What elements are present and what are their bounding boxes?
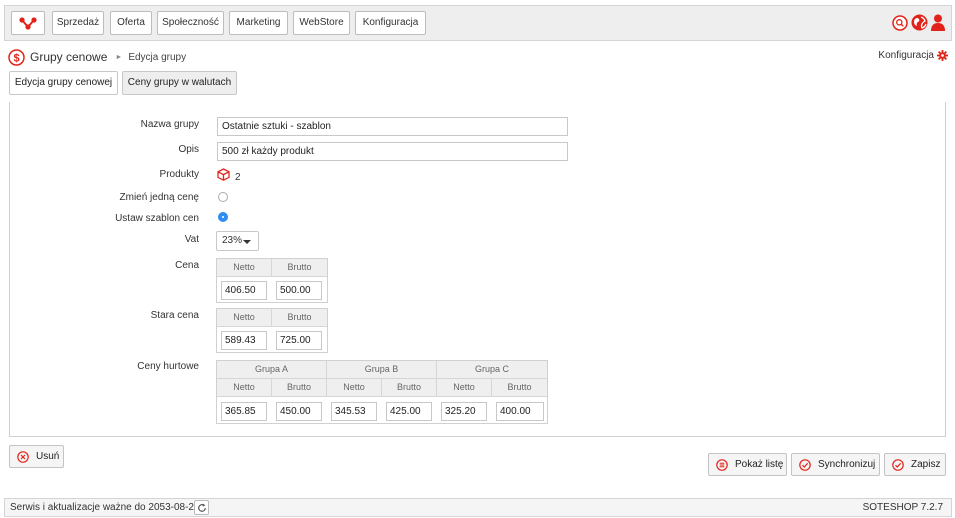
old-price-brutto-header: Brutto	[272, 309, 327, 327]
list-circle-icon	[716, 458, 728, 471]
gear-icon	[937, 50, 948, 61]
breadcrumb-separator: ►	[115, 53, 123, 61]
breadcrumb-title[interactable]: Grupy cenowe	[30, 50, 107, 64]
top-icons-group	[892, 14, 945, 31]
configuration-link-label: Konfiguracja	[878, 50, 934, 61]
delete-button[interactable]: Usuń	[9, 445, 64, 468]
price-brutto-input[interactable]: 500.00	[276, 281, 322, 300]
wholesale-group-a-header: Grupa A	[217, 361, 327, 379]
price-netto-header: Netto	[217, 259, 272, 277]
service-validity-text: Serwis i aktualizacje ważne do 2053-08-2…	[10, 502, 200, 513]
breadcrumb-current: Edycja grupy	[128, 51, 187, 63]
change-one-price-radio[interactable]	[218, 192, 228, 202]
show-list-button-label: Pokaż listę	[735, 459, 784, 470]
globe-icon[interactable]	[911, 14, 928, 31]
wholesale-c-brutto-input[interactable]: 400.00	[496, 402, 544, 421]
products-box-icon[interactable]	[217, 168, 230, 181]
wholesale-prices-table: Grupa A Grupa B Grupa C Netto Brutto Net…	[216, 360, 548, 424]
price-label: Cena	[175, 260, 199, 271]
wholesale-prices-label: Ceny hurtowe	[137, 361, 199, 372]
svg-text:$: $	[13, 52, 19, 64]
save-button-label: Zapisz	[911, 459, 941, 470]
vat-label: Vat	[184, 234, 199, 245]
price-netto-input[interactable]: 406.50	[221, 281, 267, 300]
wholesale-c-brutto-header: Brutto	[492, 379, 547, 397]
refresh-button[interactable]	[194, 500, 209, 515]
search-icon[interactable]	[892, 14, 908, 31]
description-input[interactable]: 500 zł każdy produkt	[217, 142, 568, 161]
menu-item-spolecznosc[interactable]: Społeczność	[157, 11, 224, 35]
wholesale-c-netto-input[interactable]: 325.20	[441, 402, 487, 421]
wholesale-a-brutto-header: Brutto	[272, 379, 327, 397]
vat-select[interactable]: 23%	[216, 231, 259, 251]
configuration-link[interactable]: Konfiguracja	[878, 50, 948, 61]
wholesale-a-brutto-input[interactable]: 450.00	[276, 402, 322, 421]
top-navigation-bar: Sprzedaż Oferta Społeczność Marketing We…	[4, 5, 952, 41]
chevron-down-icon	[243, 240, 251, 244]
old-price-netto-input[interactable]: 589.43	[221, 331, 267, 350]
wholesale-b-netto-input[interactable]: 345.53	[331, 402, 377, 421]
menu-item-sprzedaz[interactable]: Sprzedaż	[52, 11, 104, 35]
price-table: Netto Brutto 406.50 500.00	[216, 258, 328, 303]
price-group-icon: $	[8, 48, 25, 66]
delete-circle-x-icon	[17, 450, 29, 463]
wholesale-b-brutto-header: Brutto	[382, 379, 437, 397]
save-button[interactable]: Zapisz	[884, 453, 946, 476]
breadcrumb: $ Grupy cenowe ► Edycja grupy	[8, 48, 186, 66]
name-label: Nazwa grupy	[140, 119, 199, 130]
wholesale-group-c-header: Grupa C	[437, 361, 547, 379]
synchronize-button-label: Synchronizuj	[818, 459, 876, 470]
check-circle-icon	[799, 458, 811, 471]
user-icon[interactable]	[931, 14, 945, 31]
logo-button[interactable]	[11, 11, 45, 35]
old-price-brutto-input[interactable]: 725.00	[276, 331, 322, 350]
old-price-table: Netto Brutto 589.43 725.00	[216, 308, 328, 353]
refresh-icon	[197, 503, 206, 512]
change-one-price-label: Zmień jedną cenę	[119, 192, 200, 203]
name-input[interactable]: Ostatnie sztuki - szablon	[217, 117, 568, 136]
vat-select-value: 23%	[222, 235, 243, 246]
old-price-netto-header: Netto	[217, 309, 272, 327]
wholesale-group-b-header: Grupa B	[327, 361, 437, 379]
products-count: 2	[235, 172, 241, 183]
menu-item-webstore[interactable]: WebStore	[293, 11, 350, 35]
price-template-label: Ustaw szablon cen	[115, 213, 199, 224]
tab-ceny-grupy-w-walutach[interactable]: Ceny grupy w walutach	[122, 71, 237, 95]
wholesale-a-netto-input[interactable]: 365.85	[221, 402, 267, 421]
delete-button-label: Usuń	[36, 451, 60, 462]
logo-icon	[19, 17, 37, 30]
price-template-radio[interactable]	[218, 212, 228, 222]
wholesale-a-netto-header: Netto	[217, 379, 272, 397]
wholesale-c-netto-header: Netto	[437, 379, 492, 397]
old-price-label: Stara cena	[150, 310, 199, 321]
wholesale-b-netto-header: Netto	[327, 379, 382, 397]
wholesale-b-brutto-input[interactable]: 425.00	[386, 402, 432, 421]
version-label: SOTESHOP 7.2.7	[862, 502, 943, 513]
synchronize-button[interactable]: Synchronizuj	[791, 453, 880, 476]
show-list-button[interactable]: Pokaż listę	[708, 453, 787, 476]
menu-item-konfiguracja[interactable]: Konfiguracja	[355, 11, 426, 35]
products-label: Produkty	[159, 169, 199, 180]
menu-item-marketing[interactable]: Marketing	[229, 11, 288, 35]
edit-form-panel: Nazwa grupy Ostatnie sztuki - szablon Op…	[9, 102, 946, 437]
price-brutto-header: Brutto	[272, 259, 327, 277]
description-label: Opis	[178, 144, 199, 155]
tab-edycja-grupy-cenowej[interactable]: Edycja grupy cenowej	[9, 71, 118, 95]
status-bar: Serwis i aktualizacje ważne do 2053-08-2…	[4, 498, 952, 517]
check-circle-icon	[892, 458, 904, 471]
menu-item-oferta[interactable]: Oferta	[110, 11, 152, 35]
